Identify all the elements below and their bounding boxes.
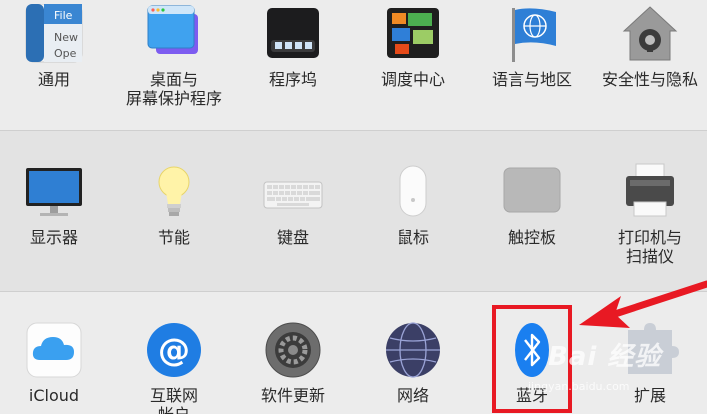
pane-label-line2: 扫描仪: [625, 247, 674, 266]
pane-network[interactable]: 网络: [353, 320, 473, 405]
pane-dock[interactable]: 程序坞: [233, 4, 353, 89]
pane-label-line2: 屏幕保护程序: [125, 89, 222, 108]
pane-label: 软件更新: [260, 386, 325, 405]
pane-label: 通用: [37, 70, 70, 89]
pane-mouse[interactable]: 鼠标: [353, 162, 473, 247]
keyboard-icon: [263, 162, 323, 222]
desktop-screensaver-icon: [144, 4, 204, 64]
pane-printers-scanners[interactable]: 打印机与 扫描仪: [590, 162, 707, 266]
pane-label: 蓝牙: [515, 386, 548, 405]
energy-saver-icon: [144, 162, 204, 222]
pane-label: 扩展: [633, 386, 666, 405]
printer-scanner-icon: [620, 162, 680, 222]
mission-control-icon: [383, 4, 443, 64]
pane-general[interactable]: File New Ope 通用: [0, 3, 114, 89]
pane-displays[interactable]: 显示器: [0, 162, 114, 247]
pane-label: 语言与地区: [491, 70, 572, 89]
pane-icloud[interactable]: iCloud: [0, 320, 114, 405]
pane-internet-accounts[interactable]: @ 互联网 帐户: [114, 320, 234, 414]
general-icon-new: New: [54, 31, 78, 44]
pane-label: 鼠标: [396, 228, 429, 247]
software-update-icon: [263, 320, 323, 380]
pane-label: 安全性与隐私: [601, 70, 698, 89]
icloud-icon: [24, 320, 84, 380]
pane-label: iCloud: [28, 386, 80, 405]
pane-extensions[interactable]: 扩展: [590, 320, 707, 405]
security-privacy-icon: [620, 4, 680, 64]
extensions-icon: [620, 320, 680, 380]
pane-label: 调度中心: [380, 70, 445, 89]
pane-trackpad[interactable]: 触控板: [472, 162, 592, 247]
pane-label: 节能: [157, 228, 190, 247]
pane-keyboard[interactable]: 键盘: [233, 162, 353, 247]
internet-accounts-icon: @: [144, 320, 204, 380]
pane-label: 桌面与: [149, 70, 198, 89]
pane-label: 网络: [396, 386, 429, 405]
general-icon-open: Ope: [54, 47, 77, 60]
pane-security-privacy[interactable]: 安全性与隐私: [590, 4, 707, 89]
pane-desktop-screensaver[interactable]: 桌面与 屏幕保护程序: [114, 4, 234, 108]
pane-mission-control[interactable]: 调度中心: [353, 4, 473, 89]
trackpad-icon: [502, 162, 562, 222]
pane-energy-saver[interactable]: 节能: [114, 162, 234, 247]
mouse-icon: [383, 162, 443, 222]
general-icon-file: File: [54, 9, 73, 22]
pane-label: 触控板: [507, 228, 556, 247]
pane-bluetooth[interactable]: 蓝牙: [472, 320, 592, 405]
bluetooth-icon: [502, 320, 562, 380]
general-icon: File New Ope: [24, 3, 84, 64]
pane-label: 程序坞: [268, 70, 317, 89]
display-icon: [24, 162, 84, 222]
svg-text:@: @: [158, 331, 190, 369]
network-icon: [383, 320, 443, 380]
pane-language-region[interactable]: 语言与地区: [472, 4, 592, 89]
pane-label: 显示器: [29, 228, 78, 247]
pane-label: 打印机与: [617, 228, 682, 247]
pane-label: 互联网: [149, 386, 198, 405]
pane-label-line2: 帐户: [114, 405, 234, 414]
pane-software-update[interactable]: 软件更新: [233, 320, 353, 405]
dock-icon: [263, 4, 323, 64]
pane-label: 键盘: [276, 228, 309, 247]
language-region-icon: [502, 4, 562, 64]
